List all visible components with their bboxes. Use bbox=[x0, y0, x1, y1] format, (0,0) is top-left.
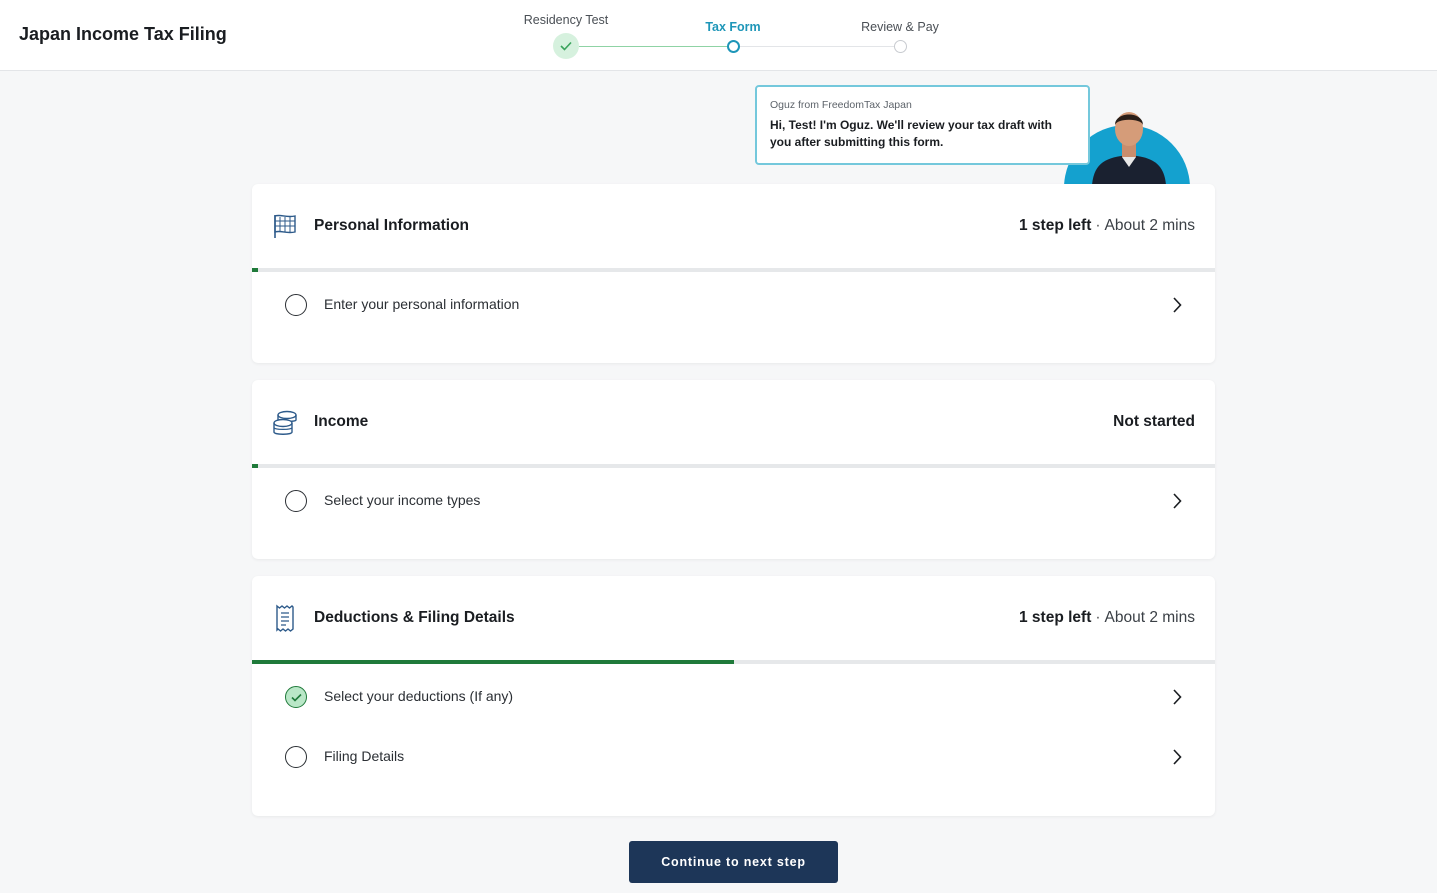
task-status-circle bbox=[285, 294, 307, 316]
advisor-name: Oguz from FreedomTax Japan bbox=[770, 99, 912, 111]
top-header: Japan Income Tax Filing Residency Test T… bbox=[0, 0, 1437, 71]
task-row-filing-details[interactable]: Filing Details bbox=[252, 727, 1215, 787]
status-steps-left: Not started bbox=[1113, 413, 1195, 430]
status-steps-left: 1 step left bbox=[1019, 609, 1092, 626]
section-progress-fill bbox=[252, 464, 258, 468]
continue-button[interactable]: Continue to next step bbox=[629, 841, 838, 883]
building-flag-icon bbox=[274, 214, 296, 238]
status-time: About 2 mins bbox=[1104, 217, 1195, 234]
chevron-right-icon bbox=[1173, 749, 1182, 765]
advisor-message-bubble: Oguz from FreedomTax Japan Hi, Test! I'm… bbox=[755, 85, 1090, 165]
status-time: About 2 mins bbox=[1104, 609, 1195, 626]
task-row-income-types[interactable]: Select your income types bbox=[252, 471, 1215, 531]
section-header[interactable]: Deductions & Filing Details 1 step left ·… bbox=[252, 576, 1215, 660]
step-residency-test-label[interactable]: Residency Test bbox=[524, 13, 609, 27]
step-review-pay-label[interactable]: Review & Pay bbox=[861, 20, 939, 34]
check-icon bbox=[290, 693, 302, 702]
chevron-right-icon bbox=[1173, 297, 1182, 313]
check-icon bbox=[560, 41, 572, 51]
section-card-deductions-filing: Deductions & Filing Details 1 step left ·… bbox=[252, 576, 1215, 816]
advisor-person-icon bbox=[1092, 112, 1166, 184]
status-separator: · bbox=[1095, 217, 1101, 234]
section-progress-fill bbox=[252, 268, 258, 272]
task-status-circle bbox=[285, 746, 307, 768]
advisor-message: Hi, Test! I'm Oguz. We'll review your ta… bbox=[770, 118, 1052, 149]
status-separator: · bbox=[1095, 609, 1101, 626]
step-residency-test-dot[interactable] bbox=[553, 33, 579, 59]
section-status: 1 step left · About 2 mins bbox=[1019, 609, 1195, 627]
section-status: Not started bbox=[1113, 413, 1195, 431]
section-header[interactable]: Income Not started bbox=[252, 380, 1215, 464]
stepper-line-completed bbox=[579, 46, 727, 47]
section-title: Income bbox=[314, 413, 369, 430]
status-steps-left: 1 step left bbox=[1019, 217, 1092, 234]
task-row-deductions[interactable]: Select your deductions (If any) bbox=[252, 667, 1215, 727]
task-label: Select your income types bbox=[324, 492, 481, 508]
task-status-circle bbox=[285, 490, 307, 512]
section-progress-bar bbox=[252, 268, 1215, 272]
task-label: Enter your personal information bbox=[324, 296, 520, 312]
stepper-line-pending bbox=[740, 46, 894, 47]
task-row-personal-information[interactable]: Enter your personal information bbox=[252, 275, 1215, 335]
task-label: Filing Details bbox=[324, 748, 405, 764]
chevron-right-icon bbox=[1173, 493, 1182, 509]
section-progress-bar bbox=[252, 464, 1215, 468]
section-status: 1 step left · About 2 mins bbox=[1019, 217, 1195, 235]
chevron-right-icon bbox=[1173, 689, 1182, 705]
progress-stepper: Residency Test Tax Form Review & Pay bbox=[0, 0, 1437, 71]
section-card-income: Income Not started Select your income ty… bbox=[252, 380, 1215, 559]
task-status-circle-done bbox=[285, 686, 307, 708]
task-label: Select your deductions (If any) bbox=[324, 688, 514, 704]
section-title: Personal Information bbox=[314, 217, 470, 234]
step-tax-form-dot[interactable] bbox=[727, 40, 740, 53]
section-title: Deductions & Filing Details bbox=[314, 609, 515, 626]
step-review-pay-dot[interactable] bbox=[894, 40, 907, 53]
step-tax-form-label[interactable]: Tax Form bbox=[705, 20, 760, 34]
receipt-icon bbox=[276, 604, 294, 632]
section-card-personal-information: Personal Information 1 step left · About 2… bbox=[252, 184, 1215, 363]
section-header[interactable]: Personal Information 1 step left · About 2… bbox=[252, 184, 1215, 268]
section-progress-fill bbox=[252, 660, 734, 664]
section-progress-bar bbox=[252, 660, 1215, 664]
coins-stack-icon bbox=[273, 410, 297, 435]
